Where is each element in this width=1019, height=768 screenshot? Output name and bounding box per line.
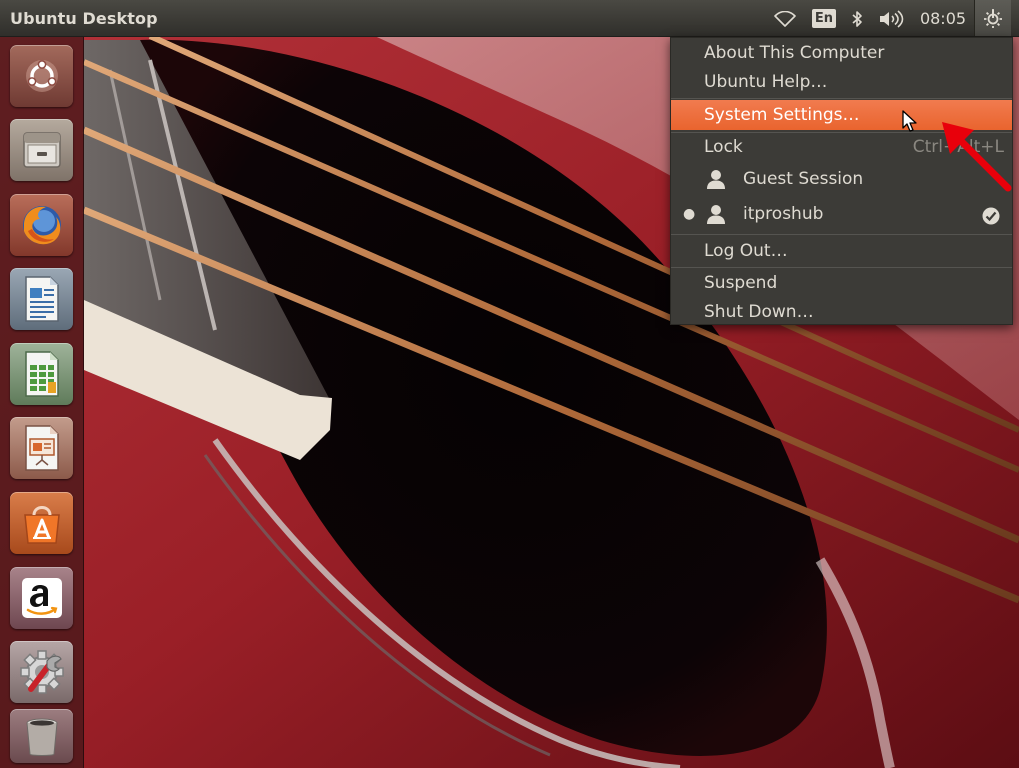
libreoffice-calc-icon bbox=[10, 343, 73, 405]
impress-launcher-button[interactable] bbox=[10, 417, 75, 481]
menu-item-user[interactable]: ● itproshub bbox=[671, 199, 1012, 229]
amazon-launcher-button[interactable] bbox=[10, 567, 75, 631]
window-title: Ubuntu Desktop bbox=[10, 9, 158, 28]
calc-launcher-button[interactable] bbox=[10, 343, 75, 407]
menu-item-label: Lock bbox=[704, 137, 743, 157]
top-panel: Ubuntu Desktop En 08:05 bbox=[0, 0, 1019, 37]
writer-launcher-button[interactable] bbox=[10, 268, 75, 332]
menu-item-label: Log Out… bbox=[704, 241, 788, 261]
menu-separator bbox=[671, 234, 1012, 235]
bluetooth-icon[interactable] bbox=[848, 0, 866, 37]
unity-launcher bbox=[0, 37, 84, 768]
language-label: En bbox=[811, 9, 837, 28]
clock[interactable]: 08:05 bbox=[916, 0, 970, 37]
menu-item-label: System Settings… bbox=[704, 105, 860, 125]
software-center-icon bbox=[10, 492, 73, 554]
menu-item-log-out[interactable]: Log Out… bbox=[671, 236, 1012, 266]
active-user-bullet: ● bbox=[683, 206, 696, 222]
libreoffice-writer-icon bbox=[10, 268, 73, 330]
menu-item-suspend[interactable]: Suspend bbox=[671, 268, 1012, 298]
person-icon bbox=[706, 169, 726, 199]
volume-icon[interactable] bbox=[876, 0, 908, 37]
ubuntu-desktop-screen: Ubuntu Desktop En 08:05 About This Compu… bbox=[0, 0, 1019, 768]
menu-item-label: Suspend bbox=[704, 273, 778, 293]
system-settings-launcher-button[interactable] bbox=[10, 641, 75, 705]
dash-home-icon bbox=[10, 45, 73, 107]
files-icon bbox=[10, 119, 73, 181]
libreoffice-impress-icon bbox=[10, 417, 73, 479]
menu-separator bbox=[671, 98, 1012, 99]
dash-home-button[interactable] bbox=[10, 45, 75, 109]
system-gear-icon[interactable] bbox=[974, 0, 1011, 36]
software-center-launcher-button[interactable] bbox=[10, 492, 75, 556]
menu-item-label: Shut Down… bbox=[704, 302, 814, 322]
menu-item-label: itproshub bbox=[743, 204, 824, 224]
wifi-icon[interactable] bbox=[772, 0, 798, 37]
keyboard-language-indicator[interactable]: En bbox=[811, 0, 837, 37]
menu-item-label: Guest Session bbox=[743, 169, 864, 189]
menu-item-label: About This Computer bbox=[704, 43, 885, 63]
menu-item-help[interactable]: Ubuntu Help… bbox=[671, 67, 1012, 97]
amazon-icon bbox=[10, 567, 73, 629]
person-icon bbox=[706, 204, 726, 234]
firefox-launcher-button[interactable] bbox=[10, 194, 75, 258]
menu-item-about[interactable]: About This Computer bbox=[671, 38, 1012, 68]
menu-item-label: Ubuntu Help… bbox=[704, 72, 828, 92]
menu-item-shut-down[interactable]: Shut Down… bbox=[671, 297, 1012, 327]
files-launcher-button[interactable] bbox=[10, 119, 75, 183]
system-settings-icon bbox=[10, 641, 73, 703]
check-icon bbox=[982, 205, 1000, 235]
firefox-icon bbox=[10, 194, 73, 256]
trash-launcher-button[interactable] bbox=[10, 709, 75, 768]
trash-icon bbox=[10, 709, 73, 763]
mouse-pointer-icon bbox=[902, 110, 918, 138]
annotation-arrow-icon bbox=[938, 118, 1014, 198]
